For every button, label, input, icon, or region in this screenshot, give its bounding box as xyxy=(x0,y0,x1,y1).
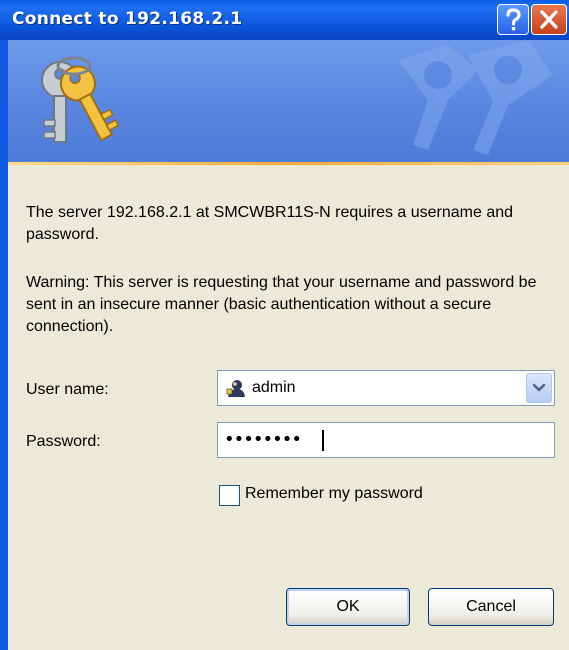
keys-icon xyxy=(41,56,120,143)
remember-password-label[interactable]: Remember my password xyxy=(245,485,423,503)
security-warning: Warning: This server is requesting that … xyxy=(26,274,537,335)
title-bar[interactable]: Connect to 192.168.2.1 xyxy=(0,0,569,40)
cancel-button[interactable]: Cancel xyxy=(428,588,554,626)
user-icon xyxy=(226,380,245,397)
close-button[interactable] xyxy=(531,4,567,35)
ok-button[interactable]: OK xyxy=(286,588,410,626)
text-caret xyxy=(322,430,324,451)
server-message: The server 192.168.2.1 at SMCWBR11S-N re… xyxy=(26,204,514,243)
username-label: User name: xyxy=(26,381,109,398)
help-button[interactable] xyxy=(497,4,529,35)
username-dropdown-button[interactable] xyxy=(526,373,552,403)
password-label: Password: xyxy=(26,433,101,450)
username-input[interactable]: admin xyxy=(252,379,296,397)
username-combobox[interactable]: admin xyxy=(217,370,555,406)
remember-password-checkbox[interactable] xyxy=(219,485,240,506)
login-dialog: Connect to 192.168.2.1 The server 192.16… xyxy=(0,0,569,650)
password-field[interactable]: •••••••• xyxy=(217,422,555,458)
password-input[interactable]: •••••••• xyxy=(224,429,302,450)
close-icon xyxy=(540,10,558,29)
chevron-down-icon xyxy=(532,383,546,392)
help-icon xyxy=(506,8,521,31)
dialog-body: The server 192.168.2.1 at SMCWBR11S-N re… xyxy=(8,40,569,650)
banner xyxy=(8,40,569,162)
banner-divider xyxy=(8,162,569,165)
window-title: Connect to 192.168.2.1 xyxy=(12,9,243,29)
